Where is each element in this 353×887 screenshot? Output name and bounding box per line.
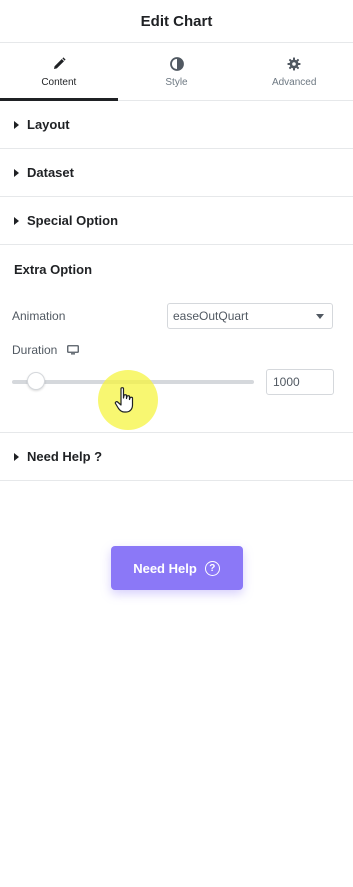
duration-label-row: Duration [0, 343, 353, 357]
need-help-button[interactable]: Need Help ? [110, 546, 243, 590]
section-title: Layout [27, 117, 70, 132]
caret-right-icon [14, 452, 19, 461]
caret-right-icon [14, 168, 19, 177]
desktop-icon[interactable] [67, 345, 80, 355]
section-dataset[interactable]: Dataset [0, 149, 353, 197]
section-title: Special Option [27, 213, 119, 228]
question-circle-icon: ? [204, 560, 220, 576]
tab-style[interactable]: Style [118, 43, 236, 100]
section-title: Dataset [27, 165, 74, 180]
tab-content[interactable]: Content [0, 43, 118, 101]
panel-title: Edit Chart [140, 12, 213, 30]
help-button-wrap: Need Help ? [0, 546, 353, 590]
duration-control: 1000 [0, 369, 353, 395]
section-need-help[interactable]: Need Help ? [0, 433, 353, 481]
section-special-option[interactable]: Special Option [0, 197, 353, 245]
contrast-icon [169, 56, 185, 72]
chevron-down-icon [316, 313, 324, 319]
section-title: Extra Option [14, 261, 93, 277]
section-extra-option: Extra Option Animation easeOutQuart Dura… [0, 245, 353, 433]
gear-icon [286, 56, 302, 72]
tab-bar: Content Style Advanced [0, 43, 353, 101]
tab-label: Style [165, 76, 188, 88]
duration-label: Duration [12, 343, 58, 357]
pencil-icon [51, 56, 67, 72]
animation-select[interactable]: easeOutQuart [167, 303, 333, 329]
section-extra-option-header[interactable]: Extra Option [0, 245, 353, 293]
animation-select-value: easeOutQuart [173, 309, 249, 323]
tab-advanced[interactable]: Advanced [235, 43, 353, 100]
caret-right-icon [14, 120, 19, 129]
need-help-label: Need Help [133, 560, 197, 576]
panel-header: Edit Chart [0, 0, 353, 43]
section-title: Need Help ? [27, 449, 103, 464]
duration-slider-thumb[interactable] [27, 372, 46, 390]
caret-right-icon [14, 216, 19, 225]
hand-cursor-icon [114, 386, 136, 414]
animation-label: Animation [12, 309, 66, 323]
tab-label: Content [41, 76, 77, 88]
duration-input[interactable]: 1000 [266, 369, 334, 395]
duration-input-value: 1000 [273, 375, 300, 389]
tab-label: Advanced [271, 76, 317, 88]
section-layout[interactable]: Layout [0, 101, 353, 149]
animation-control: Animation easeOutQuart [0, 303, 353, 329]
